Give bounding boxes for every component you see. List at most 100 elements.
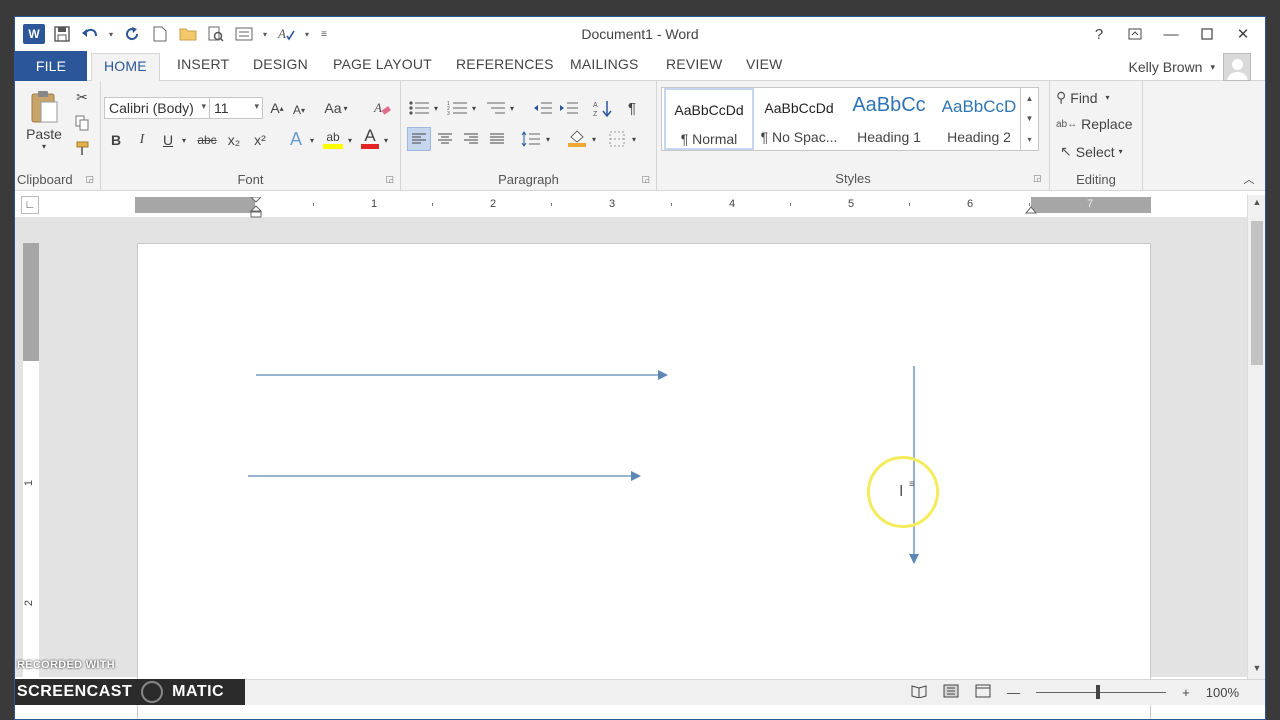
superscript-button[interactable]: x² [249, 129, 271, 151]
styles-launcher-icon[interactable]: ◲ [1033, 173, 1042, 184]
scroll-up-icon[interactable]: ▲ [1248, 197, 1265, 213]
tab-references[interactable]: REFERENCES [456, 56, 554, 72]
font-name-combo[interactable]: Calibri (Body) ▾ [104, 97, 210, 119]
tab-view[interactable]: VIEW [746, 56, 783, 72]
scroll-down-icon[interactable]: ▼ [1248, 663, 1265, 679]
zoom-slider-thumb[interactable] [1096, 685, 1101, 699]
multilevel-dropdown-icon[interactable]: ▾ [507, 97, 517, 119]
user-account[interactable]: Kelly Brown ▾ [1129, 53, 1251, 81]
style-heading-1[interactable]: AaBbCc Heading 1 [844, 88, 934, 150]
justify-icon[interactable] [485, 127, 509, 151]
shrink-font-button[interactable]: A ▾ [289, 99, 309, 121]
web-layout-icon[interactable] [975, 684, 991, 701]
font-color-button[interactable]: A [359, 125, 381, 151]
style-normal[interactable]: AaBbCcDd ¶ Normal [664, 88, 754, 150]
style-sample: AaBbCc [852, 94, 926, 116]
vertical-scrollbar[interactable]: ▲ ▼ [1247, 195, 1265, 679]
borders-icon[interactable] [605, 127, 629, 151]
underline-button[interactable]: U [157, 129, 179, 151]
arrow-shape-1[interactable] [256, 370, 668, 380]
tab-design[interactable]: DESIGN [253, 56, 308, 72]
font-color-dropdown-icon[interactable]: ▾ [381, 129, 391, 151]
tab-selector-icon[interactable]: ∟ [21, 196, 39, 214]
italic-button[interactable]: I [131, 129, 153, 151]
tab-page-layout[interactable]: PAGE LAYOUT [333, 56, 432, 72]
styles-scroll: ▲ ▼ ▾ [1020, 88, 1038, 150]
text-effects-button[interactable]: A [285, 127, 307, 151]
style-no-spacing[interactable]: AaBbCcDd ¶ No Spac... [754, 88, 844, 150]
right-indent-marker-icon[interactable] [1024, 205, 1038, 215]
clear-formatting-icon[interactable]: A [371, 97, 393, 119]
styles-more-icon[interactable]: ▾ [1027, 135, 1031, 144]
clipboard-launcher-icon[interactable]: ◲ [85, 174, 94, 185]
tab-insert[interactable]: INSERT [177, 56, 229, 72]
align-right-icon[interactable] [459, 127, 483, 151]
arrow-shape-2[interactable] [248, 471, 641, 481]
align-left-icon[interactable] [407, 127, 431, 151]
zoom-out-icon[interactable]: — [1007, 685, 1020, 700]
increase-indent-icon[interactable] [557, 97, 581, 119]
zoom-slider[interactable] [1036, 685, 1167, 699]
ruler-tick [671, 203, 672, 206]
underline-dropdown-icon[interactable]: ▾ [179, 129, 189, 151]
collapse-ribbon-icon[interactable]: ︿ [1241, 172, 1257, 186]
print-layout-icon[interactable] [943, 684, 959, 701]
select-dropdown-icon: ▾ [1118, 147, 1123, 156]
style-name: ¶ Normal [680, 131, 738, 147]
horizontal-ruler[interactable]: 1 2 3 4 5 6 7 [135, 197, 1151, 218]
indent-marker-icon[interactable] [249, 197, 263, 219]
line-spacing-dropdown-icon[interactable]: ▾ [543, 127, 553, 151]
multilevel-list-icon[interactable] [483, 97, 509, 119]
minimize-icon[interactable]: — [1155, 21, 1187, 47]
text-effects-dropdown-icon[interactable]: ▾ [307, 129, 317, 151]
zoom-in-icon[interactable]: + [1182, 685, 1190, 700]
svg-text:A: A [593, 102, 598, 109]
read-mode-icon[interactable] [911, 684, 927, 701]
change-case-button[interactable]: Aa ▾ [319, 97, 353, 119]
paragraph-launcher-icon[interactable]: ◲ [641, 174, 650, 185]
decrease-indent-icon[interactable] [531, 97, 555, 119]
help-icon[interactable]: ? [1083, 21, 1115, 47]
shading-icon[interactable] [565, 125, 589, 151]
select-button[interactable]: ↖ Select ▾ [1060, 143, 1123, 160]
font-launcher-icon[interactable]: ◲ [385, 174, 394, 185]
styles-scroll-down-icon[interactable]: ▼ [1026, 114, 1034, 123]
tab-mailings[interactable]: MAILINGS [570, 56, 639, 72]
highlight-button[interactable]: ab [321, 127, 345, 151]
close-icon[interactable]: ✕ [1227, 21, 1259, 47]
grow-font-button[interactable]: A ▴ [267, 97, 287, 119]
font-size-combo[interactable]: 11 ▾ [209, 97, 263, 119]
bold-button[interactable]: B [105, 129, 127, 151]
find-button[interactable]: ⚲ Find ▾ [1056, 89, 1110, 106]
line-spacing-icon[interactable] [519, 127, 543, 151]
tab-file[interactable]: FILE [15, 51, 87, 81]
vertical-ruler[interactable]: 1 2 [23, 243, 39, 683]
maximize-icon[interactable] [1191, 21, 1223, 47]
align-center-icon[interactable] [433, 127, 457, 151]
scrollbar-thumb[interactable] [1251, 221, 1263, 365]
strikethrough-button[interactable]: abc [193, 129, 221, 151]
numbering-dropdown-icon[interactable]: ▾ [469, 97, 479, 119]
format-painter-icon[interactable] [71, 139, 93, 159]
shading-dropdown-icon[interactable]: ▾ [589, 127, 599, 151]
font-name-dropdown-icon: ▾ [201, 101, 206, 111]
highlight-dropdown-icon[interactable]: ▾ [345, 129, 355, 151]
paste-button[interactable]: Paste ▾ [25, 87, 63, 153]
document-page[interactable] [137, 243, 1151, 719]
show-marks-button[interactable]: ¶ [621, 97, 643, 119]
numbering-icon[interactable]: 123 [445, 97, 471, 119]
ribbon-display-options-icon[interactable] [1119, 21, 1151, 47]
borders-dropdown-icon[interactable]: ▾ [629, 127, 639, 151]
styles-scroll-up-icon[interactable]: ▲ [1026, 94, 1034, 103]
tab-review[interactable]: REVIEW [666, 56, 722, 72]
zoom-level[interactable]: 100% [1206, 685, 1239, 700]
replace-button[interactable]: ab↔ Replace [1056, 116, 1133, 132]
copy-icon[interactable] [71, 113, 93, 133]
sort-icon[interactable]: AZ [591, 97, 615, 119]
tab-home[interactable]: HOME [91, 53, 160, 82]
style-heading-2[interactable]: AaBbCcD Heading 2 [934, 88, 1024, 150]
bullets-dropdown-icon[interactable]: ▾ [431, 97, 441, 119]
subscript-button[interactable]: x₂ [223, 129, 245, 151]
bullets-icon[interactable] [407, 97, 433, 119]
cut-icon[interactable]: ✂ [71, 87, 93, 107]
